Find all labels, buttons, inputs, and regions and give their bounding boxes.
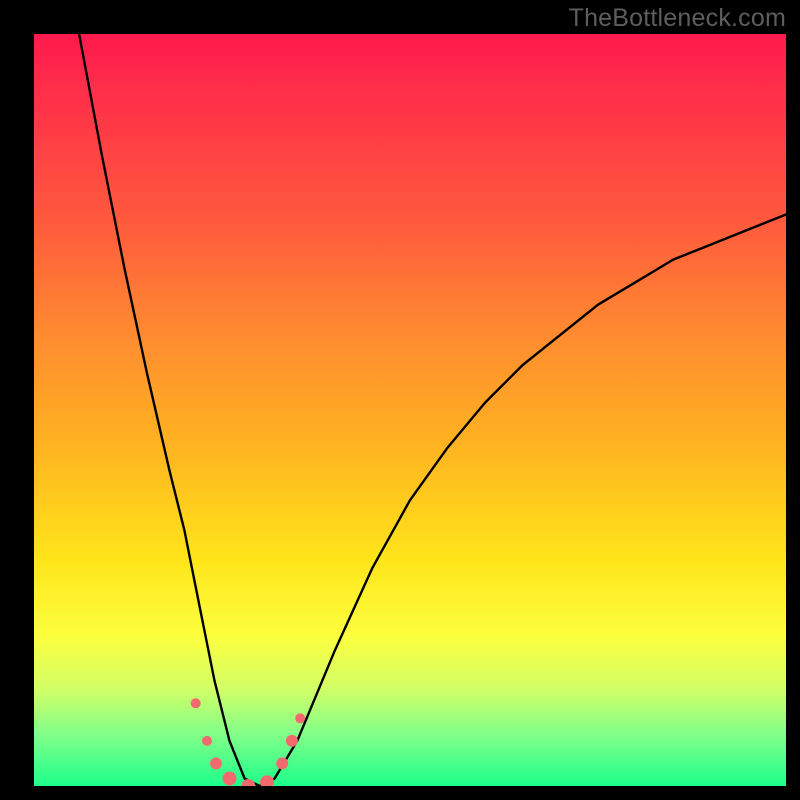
highlight-dot	[276, 757, 288, 769]
highlight-dot	[202, 736, 212, 746]
watermark-text: TheBottleneck.com	[569, 4, 786, 33]
chart-frame: TheBottleneck.com	[0, 0, 800, 800]
highlight-dot	[223, 772, 237, 786]
highlight-dot	[295, 713, 305, 723]
highlight-dot	[260, 775, 274, 786]
highlight-dot	[191, 698, 201, 708]
plot-area	[34, 34, 786, 786]
bottleneck-curve	[34, 34, 786, 786]
highlight-dot	[286, 735, 298, 747]
highlight-dot	[241, 779, 255, 786]
curve-path	[79, 34, 786, 786]
highlight-dot	[210, 757, 222, 769]
